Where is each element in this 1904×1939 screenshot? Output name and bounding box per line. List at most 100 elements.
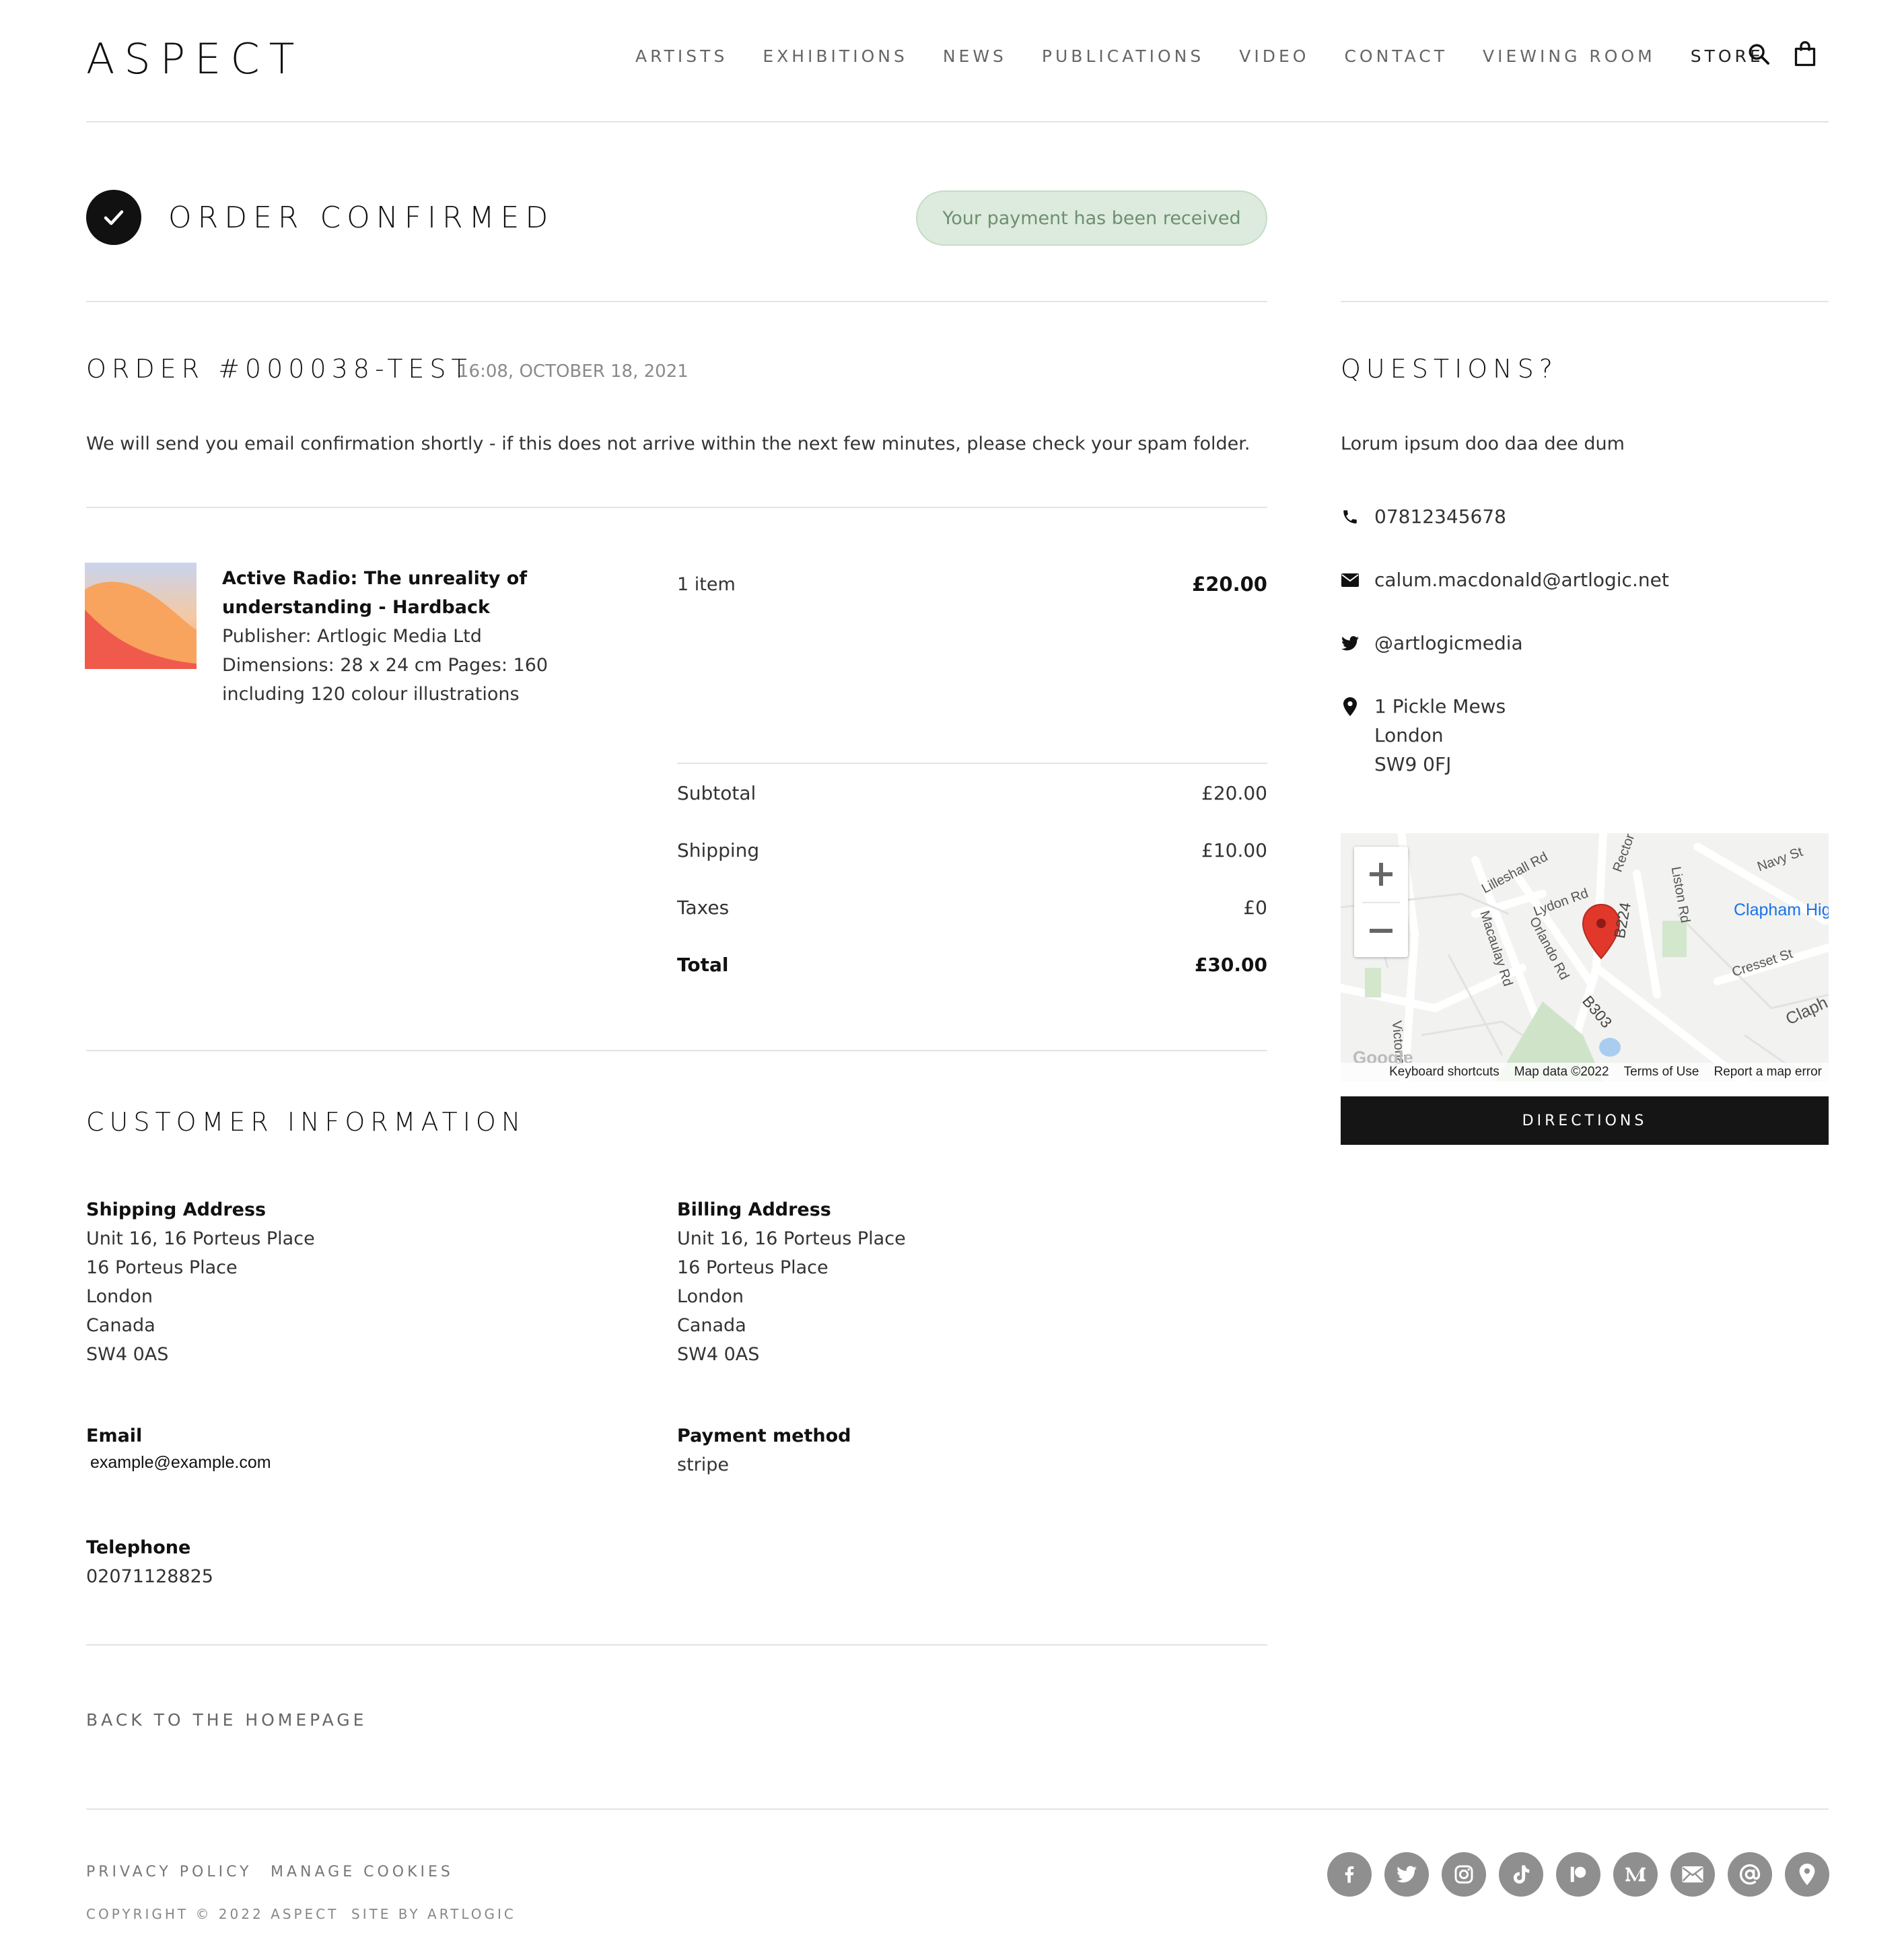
total-value: £30.00 (1194, 954, 1267, 976)
cart-icon[interactable] (1793, 40, 1817, 70)
address-line: Canada (86, 1315, 155, 1336)
subtotal-value: £20.00 (1201, 782, 1267, 804)
summary-divider (677, 763, 1267, 764)
nav-news[interactable]: NEWS (943, 44, 1007, 69)
map-zoom-controls (1354, 847, 1408, 957)
privacy-policy-link[interactable]: PRIVACY POLICY (86, 1862, 252, 1882)
product-publisher: Publisher: Artlogic Media Ltd (222, 626, 482, 647)
shipping-address: Shipping Address Unit 16, 16 Porteus Pla… (86, 1195, 315, 1369)
social-links (1327, 1852, 1829, 1897)
contact-address: 1 Pickle Mews London SW9 0FJ (1341, 692, 1506, 779)
product-title-line[interactable]: understanding - Hardback (222, 593, 572, 622)
billing-address-label: Billing Address (677, 1199, 831, 1220)
address: 1 Pickle Mews London SW9 0FJ (1374, 692, 1506, 779)
site-logo[interactable]: ASPECT (86, 35, 304, 83)
subtotal-label: Subtotal (677, 782, 756, 804)
header-divider (86, 121, 1829, 122)
product-thumbnail[interactable] (85, 563, 197, 669)
nav-exhibitions[interactable]: EXHIBITIONS (763, 44, 908, 69)
order-date: 16:08, OCTOBER 18, 2021 (458, 361, 689, 382)
map-label: Clapham Hig (1734, 901, 1829, 919)
shipping-address-label: Shipping Address (86, 1199, 267, 1220)
email-link[interactable]: calum.macdonald@artlogic.net (1374, 565, 1669, 594)
mail-icon[interactable] (1670, 1852, 1715, 1897)
shipping-value: £10.00 (1201, 839, 1267, 861)
email-label: Email (86, 1425, 143, 1446)
facebook-icon[interactable] (1327, 1852, 1372, 1897)
phone-icon (1341, 502, 1360, 531)
instagram-icon[interactable] (1442, 1852, 1486, 1897)
item-quantity: 1 item (677, 574, 736, 595)
taxes-label: Taxes (677, 896, 730, 919)
billing-address: Billing Address Unit 16, 16 Porteus Plac… (677, 1195, 906, 1369)
location-map[interactable]: Lilleshall Rd Lydon Rd Orlando Rd Macaul… (1341, 833, 1829, 1082)
payment-method-block: Payment method stripe (677, 1421, 851, 1479)
terms-of-use-link[interactable]: Terms of Use (1624, 1065, 1699, 1080)
medium-icon[interactable] (1613, 1852, 1658, 1897)
customer-telephone: 02071128825 (86, 1566, 213, 1587)
divider (86, 1050, 1267, 1051)
shipping-label: Shipping (677, 839, 760, 861)
zoom-out-button[interactable] (1354, 903, 1408, 958)
divider (86, 301, 1267, 302)
contact-twitter[interactable]: @artlogicmedia (1341, 629, 1523, 658)
telephone-label: Telephone (86, 1537, 191, 1558)
header-icons (1747, 40, 1817, 70)
patreon-icon[interactable] (1556, 1852, 1600, 1897)
order-number: ORDER #000038-TEST (86, 354, 472, 384)
subtotal-row: Subtotal £20.00 (677, 781, 1267, 806)
nav-publications[interactable]: PUBLICATIONS (1042, 44, 1204, 69)
address-line: Canada (677, 1315, 746, 1336)
sidebar-divider (1341, 301, 1829, 302)
customer-info-heading: CUSTOMER INFORMATION (86, 1107, 526, 1137)
address-line: London (86, 1286, 153, 1307)
divider (86, 507, 1267, 508)
address-line: Unit 16, 16 Porteus Place (677, 1228, 906, 1249)
address-line: London (677, 1286, 744, 1307)
product-details: Active Radio: The unreality of understan… (222, 564, 572, 709)
location-icon[interactable] (1785, 1852, 1829, 1897)
address-line: 1 Pickle Mews (1374, 695, 1506, 717)
contact-email[interactable]: calum.macdonald@artlogic.net (1341, 565, 1669, 594)
address-line: SW9 0FJ (1374, 753, 1452, 775)
twitter-handle[interactable]: @artlogicmedia (1374, 629, 1523, 658)
phone-number[interactable]: 07812345678 (1374, 502, 1506, 531)
address-line: 16 Porteus Place (677, 1257, 828, 1278)
nav-viewing-room[interactable]: VIEWING ROOM (1483, 44, 1656, 69)
telephone-block: Telephone 02071128825 (86, 1533, 213, 1591)
manage-cookies-link[interactable]: MANAGE COOKIES (271, 1862, 454, 1882)
zoom-in-button[interactable] (1354, 847, 1408, 902)
address-line: SW4 0AS (677, 1344, 760, 1365)
tiktok-icon[interactable] (1499, 1852, 1543, 1897)
report-map-error-link[interactable]: Report a map error (1714, 1065, 1822, 1080)
map-data-label: Map data ©2022 (1514, 1065, 1609, 1079)
search-icon[interactable] (1747, 42, 1770, 68)
questions-heading: QUESTIONS? (1341, 354, 1558, 384)
at-icon[interactable] (1728, 1852, 1772, 1897)
product-title-line[interactable]: Active Radio: The unreality of (222, 564, 572, 593)
envelope-icon (1341, 565, 1360, 594)
email-block: Email example@example.com (86, 1421, 271, 1475)
product-dimensions: including 120 colour illustrations (222, 684, 520, 705)
copyright: COPYRIGHT © 2022 ASPECT (86, 1906, 339, 1922)
keyboard-shortcuts-link[interactable]: Keyboard shortcuts (1389, 1065, 1500, 1080)
address-line: Unit 16, 16 Porteus Place (86, 1228, 315, 1249)
twitter-icon (1341, 629, 1360, 658)
questions-text: Lorum ipsum doo daa dee dum (1341, 433, 1625, 454)
item-price: £20.00 (1192, 573, 1267, 596)
contact-phone[interactable]: 07812345678 (1341, 502, 1506, 531)
main-nav: ARTISTS EXHIBITIONS NEWS PUBLICATIONS VI… (635, 44, 1764, 69)
site-by-link[interactable]: SITE BY ARTLOGIC (351, 1905, 516, 1924)
divider (86, 1644, 1267, 1646)
nav-video[interactable]: VIDEO (1239, 44, 1309, 69)
directions-button[interactable]: DIRECTIONS (1341, 1096, 1829, 1145)
back-to-homepage-link[interactable]: BACK TO THE HOMEPAGE (86, 1708, 367, 1732)
footer-divider (86, 1808, 1829, 1810)
nav-artists[interactable]: ARTISTS (635, 44, 728, 69)
taxes-value: £0 (1243, 896, 1267, 919)
payment-method-label: Payment method (677, 1425, 851, 1446)
nav-contact[interactable]: CONTACT (1344, 44, 1448, 69)
shipping-row: Shipping £10.00 (677, 838, 1267, 863)
map-pin-icon (1341, 692, 1360, 721)
twitter-icon[interactable] (1384, 1852, 1429, 1897)
